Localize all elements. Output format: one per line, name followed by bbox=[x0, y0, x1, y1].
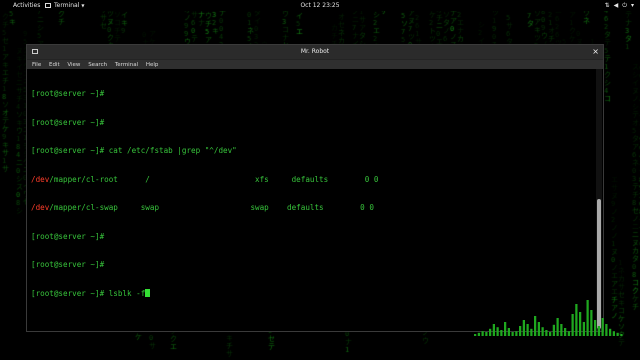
menu-file[interactable]: File bbox=[32, 62, 41, 68]
visualizer-bar bbox=[534, 316, 537, 336]
dev-path-highlight: /dev bbox=[31, 174, 50, 184]
fstab-entry: /mapper/cl-swap swap swap defaults 0 0 bbox=[49, 203, 374, 212]
window-titlebar[interactable]: Mr. Robot × bbox=[27, 45, 603, 59]
visualizer-bar bbox=[612, 331, 615, 336]
menu-terminal[interactable]: Terminal bbox=[115, 62, 138, 68]
volume-icon: ◀ bbox=[613, 2, 619, 9]
app-menu-label: Terminal bbox=[54, 2, 80, 9]
visualizer-bar bbox=[519, 326, 522, 336]
visualizer-bar bbox=[564, 328, 567, 336]
clock[interactable]: Oct 12 23:25 bbox=[0, 0, 640, 11]
network-icon: ⇅ bbox=[604, 2, 610, 9]
terminal-line: /dev/mapper/cl-root / xfs defaults 0 0 bbox=[31, 175, 595, 185]
window-title: Mr. Robot bbox=[300, 48, 330, 55]
visualizer-bar bbox=[530, 328, 533, 336]
terminal-line: [root@server ~]# bbox=[31, 260, 105, 269]
visualizer-bar bbox=[597, 326, 600, 336]
fstab-entry: /mapper/cl-root / xfs defaults 0 0 bbox=[49, 174, 379, 184]
visualizer-bar bbox=[526, 324, 529, 336]
top-bar: Activities Terminal ▼ Oct 12 23:25 ⇅ ◀ ⏻ ▾ bbox=[0, 0, 640, 11]
menu-bar: File Edit View Search Terminal Help bbox=[27, 59, 603, 69]
terminal-icon bbox=[45, 3, 51, 8]
visualizer-bar bbox=[485, 332, 488, 336]
visualizer-bar bbox=[586, 300, 589, 336]
visualizer-bar bbox=[552, 324, 555, 336]
visualizer-bar bbox=[500, 330, 503, 336]
terminal-line: [root@server ~]# cat /etc/fstab |grep "^… bbox=[31, 146, 237, 155]
app-menu-terminal[interactable]: Terminal ▼ bbox=[45, 0, 84, 11]
visualizer-bar bbox=[474, 334, 477, 336]
visualizer-bar bbox=[549, 332, 552, 336]
visualizer-bar bbox=[504, 322, 507, 336]
desktop-background: Activities Terminal ▼ Oct 12 23:25 ⇅ ◀ ⏻ ▾ M… bbox=[0, 0, 640, 360]
visualizer-bar bbox=[507, 328, 510, 336]
visualizer-bar bbox=[605, 324, 608, 336]
terminal-window-icon[interactable] bbox=[32, 49, 38, 54]
visualizer-bar bbox=[601, 318, 604, 336]
visualizer-bar bbox=[594, 320, 597, 336]
terminal-line: [root@server ~]# bbox=[31, 89, 105, 98]
dev-path-highlight: /dev bbox=[31, 203, 50, 212]
terminal-line: [root@server ~]# bbox=[31, 117, 105, 127]
visualizer-bar bbox=[515, 331, 518, 336]
visualizer-bar bbox=[489, 328, 492, 336]
power-icon: ⏻ bbox=[622, 2, 627, 9]
visualizer-bar bbox=[575, 304, 578, 336]
terminal-line: [root@server ~]# bbox=[31, 231, 105, 241]
visualizer-bar bbox=[567, 331, 570, 336]
terminal-line: /dev/mapper/cl-swap swap swap defaults 0… bbox=[31, 203, 595, 213]
chevron-down-icon: ▾ bbox=[630, 2, 634, 9]
visualizer-bar bbox=[590, 310, 593, 336]
visualizer-bar bbox=[477, 332, 480, 336]
visualizer-bar bbox=[541, 327, 544, 336]
text-cursor bbox=[145, 288, 151, 297]
menu-search[interactable]: Search bbox=[88, 62, 107, 68]
visualizer-bar bbox=[492, 324, 495, 336]
visualizer-bar bbox=[511, 332, 514, 336]
visualizer-bar bbox=[616, 332, 619, 336]
visualizer-bar bbox=[496, 327, 499, 336]
command-input[interactable]: [root@server ~]# lsblk -f bbox=[31, 289, 145, 298]
terminal-window[interactable]: Mr. Robot × File Edit View Search Termin… bbox=[26, 44, 604, 332]
menu-edit[interactable]: Edit bbox=[49, 62, 60, 68]
visualizer-bar bbox=[560, 324, 563, 336]
menu-view[interactable]: View bbox=[67, 62, 80, 68]
system-menu[interactable]: ⇅ ◀ ⏻ ▾ bbox=[601, 0, 634, 11]
audio-visualizer bbox=[474, 300, 623, 336]
activities-button[interactable]: Activities bbox=[13, 0, 40, 11]
menu-help[interactable]: Help bbox=[146, 62, 159, 68]
visualizer-bar bbox=[537, 322, 540, 336]
visualizer-bar bbox=[609, 328, 612, 336]
visualizer-bar bbox=[556, 318, 559, 336]
visualizer-bar bbox=[571, 314, 574, 336]
visualizer-bar bbox=[620, 334, 623, 336]
close-icon[interactable]: × bbox=[592, 45, 599, 59]
visualizer-bar bbox=[582, 322, 585, 336]
caret-down-icon: ▼ bbox=[81, 3, 85, 8]
visualizer-bar bbox=[545, 330, 548, 336]
visualizer-bar bbox=[579, 312, 582, 336]
visualizer-bar bbox=[481, 331, 484, 336]
visualizer-bar bbox=[522, 320, 525, 336]
